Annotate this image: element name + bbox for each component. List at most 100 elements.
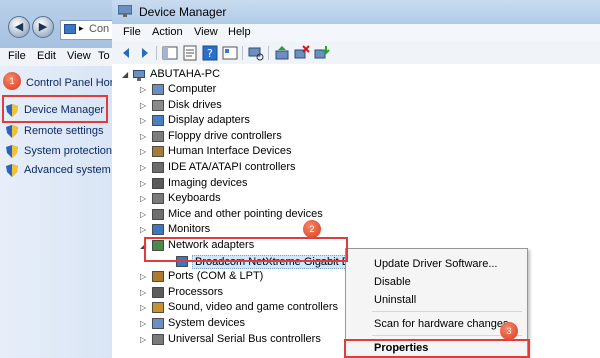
shield-icon	[6, 145, 18, 158]
port-icon	[152, 271, 164, 282]
menu-disable[interactable]: Disable	[374, 276, 411, 288]
remote-settings-link[interactable]: Remote settings	[24, 125, 103, 137]
cp-title-bar: ◀ ▶ ▸ Con	[0, 0, 120, 48]
shield-icon	[6, 125, 18, 138]
highlight-properties	[344, 339, 530, 358]
toolbar-separator	[268, 46, 269, 60]
tree-category-item[interactable]: System devices	[168, 317, 245, 329]
address-bar[interactable]: ▸ Con	[60, 20, 120, 40]
system-protection-link[interactable]: System protection	[24, 145, 112, 157]
expand-chevron-icon[interactable]: ▷	[140, 303, 146, 312]
tree-category-item[interactable]: Ports (COM & LPT)	[168, 270, 263, 282]
menu-update-driver[interactable]: Update Driver Software...	[374, 258, 498, 270]
expand-chevron-icon[interactable]: ▷	[140, 194, 146, 203]
device-manager-icon	[118, 5, 132, 17]
tree-category-item[interactable]: Display adapters	[168, 114, 250, 126]
expand-chevron-icon[interactable]: ▷	[140, 272, 146, 281]
help-icon[interactable]: ?	[202, 45, 218, 61]
cp-menu-tools[interactable]: To	[98, 50, 110, 62]
cp-menu-edit[interactable]: Edit	[37, 50, 56, 62]
tree-category-item[interactable]: IDE ATA/ATAPI controllers	[168, 161, 296, 173]
tree-category-item[interactable]: Keyboards	[168, 192, 221, 204]
breadcrumb-arrow-icon: ▸	[79, 23, 84, 33]
highlight-network-card	[144, 237, 348, 262]
computer-icon	[64, 24, 76, 34]
tree-root-label[interactable]: ABUTAHA-PC	[150, 68, 220, 80]
computer-icon	[133, 70, 145, 81]
step-badge-2: 2	[303, 220, 321, 238]
expand-chevron-icon[interactable]: ▷	[140, 335, 146, 344]
menu-scan-hardware[interactable]: Scan for hardware changes	[374, 318, 509, 330]
show-hide-console-tree-icon[interactable]	[162, 45, 178, 61]
step-badge-1: 1	[3, 72, 21, 90]
keyboard-icon	[152, 193, 164, 204]
floppy-controller-icon	[152, 131, 164, 142]
expand-chevron-icon[interactable]: ▷	[140, 225, 146, 234]
control-panel-home-link[interactable]: Control Panel Home	[26, 77, 125, 89]
menu-separator	[372, 311, 522, 312]
uninstall-icon[interactable]	[294, 45, 310, 61]
dm-menu-bar: File Action View Help	[112, 24, 600, 42]
tree-category-item[interactable]: Sound, video and game controllers	[168, 301, 338, 313]
tree-category-item[interactable]: Human Interface Devices	[168, 145, 292, 157]
menu-help[interactable]: Help	[228, 26, 251, 38]
disk-drive-icon	[152, 100, 164, 111]
system-device-icon	[152, 318, 164, 329]
tree-category-item[interactable]: Floppy drive controllers	[168, 130, 282, 142]
expand-chevron-icon[interactable]: ▷	[140, 132, 146, 141]
control-panel-window: ◀ ▶ ▸ Con File Edit View To Control Pane…	[0, 0, 126, 358]
highlight-device-manager	[2, 95, 108, 123]
cp-menu-view[interactable]: View	[67, 50, 91, 62]
usb-icon	[152, 334, 164, 345]
expand-chevron-icon[interactable]: ▷	[140, 101, 146, 110]
display-adapter-icon	[152, 115, 164, 126]
collapse-chevron-icon[interactable]: ◢	[122, 70, 128, 79]
back-arrow-icon[interactable]	[119, 45, 135, 61]
update-driver-icon[interactable]	[274, 45, 290, 61]
menu-file[interactable]: File	[123, 26, 141, 38]
hid-icon	[152, 146, 164, 157]
toolbar-separator	[156, 46, 157, 60]
expand-chevron-icon[interactable]: ▷	[140, 116, 146, 125]
expand-chevron-icon[interactable]: ▷	[140, 319, 146, 328]
advanced-system-settings-link[interactable]: Advanced system se	[24, 164, 126, 176]
menu-action[interactable]: Action	[152, 26, 183, 38]
svg-text:?: ?	[207, 47, 213, 60]
camera-icon	[152, 178, 164, 189]
step-badge-3: 3	[500, 322, 518, 340]
address-text: Con	[89, 23, 110, 35]
forward-arrow-icon[interactable]	[136, 45, 152, 61]
expand-chevron-icon[interactable]: ▷	[140, 179, 146, 188]
processor-icon	[152, 287, 164, 298]
tree-category-item[interactable]: Computer	[168, 83, 216, 95]
menu-view[interactable]: View	[194, 26, 218, 38]
expand-chevron-icon[interactable]: ▷	[140, 210, 146, 219]
window-title: Device Manager	[139, 5, 227, 19]
cp-menu-file[interactable]: File	[8, 50, 26, 62]
disable-device-icon[interactable]	[314, 45, 330, 61]
speaker-icon	[152, 302, 164, 313]
properties-icon[interactable]	[182, 45, 198, 61]
expand-chevron-icon[interactable]: ▷	[140, 288, 146, 297]
toolbar: ?	[112, 42, 600, 65]
tree-category-item[interactable]: Universal Serial Bus controllers	[168, 333, 321, 345]
tree-category-item[interactable]: Monitors	[168, 223, 210, 235]
dm-title-bar: Device Manager	[112, 0, 600, 24]
menu-uninstall[interactable]: Uninstall	[374, 294, 416, 306]
tree-category-item[interactable]: Processors	[168, 286, 223, 298]
back-button[interactable]: ◀	[8, 16, 30, 38]
expand-chevron-icon[interactable]: ▷	[140, 85, 146, 94]
tree-category-item[interactable]: Mice and other pointing devices	[168, 208, 323, 220]
mouse-icon	[152, 209, 164, 220]
expand-chevron-icon[interactable]: ▷	[140, 163, 146, 172]
expand-chevron-icon[interactable]: ▷	[140, 147, 146, 156]
view-icon[interactable]	[222, 45, 238, 61]
forward-button[interactable]: ▶	[32, 16, 54, 38]
toolbar-separator	[242, 46, 243, 60]
shield-icon	[6, 164, 18, 177]
tree-category-item[interactable]: Disk drives	[168, 99, 222, 111]
computer-icon	[152, 84, 164, 95]
monitor-icon	[152, 224, 164, 235]
tree-category-item[interactable]: Imaging devices	[168, 177, 248, 189]
scan-hardware-icon[interactable]	[248, 45, 264, 61]
